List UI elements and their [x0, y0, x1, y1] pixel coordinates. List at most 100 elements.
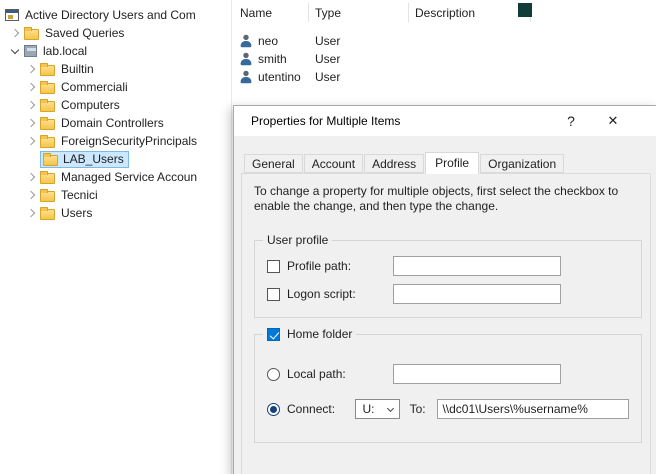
folder-icon [40, 191, 55, 202]
list-header: Name Type Description [232, 0, 656, 26]
chevron-right-icon[interactable] [22, 204, 40, 222]
tree-item-label: Managed Service Accoun [61, 168, 197, 186]
profile-path-row: Profile path: [267, 255, 629, 277]
profile-path-checkbox[interactable] [267, 260, 280, 273]
close-icon[interactable]: ✕ [595, 106, 631, 136]
chevron-down-icon[interactable] [6, 42, 24, 60]
tree-item-foreign-security-principals[interactable]: ForeignSecurityPrincipals [0, 132, 231, 150]
chevron-right-icon[interactable] [22, 132, 40, 150]
local-path-label[interactable]: Local path: [287, 367, 393, 381]
tab-strip: General Account Address Profile Organiza… [244, 152, 565, 173]
tab-account[interactable]: Account [304, 154, 363, 173]
profile-path-input[interactable] [393, 256, 561, 276]
logon-script-label[interactable]: Logon script: [287, 287, 393, 301]
chevron-right-icon[interactable] [6, 24, 24, 42]
group-label-text[interactable]: Home folder [287, 327, 352, 342]
user-icon [240, 71, 253, 84]
chevron-right-icon[interactable] [22, 60, 40, 78]
chevron-right-icon[interactable] [22, 78, 40, 96]
tree-item-saved-queries[interactable]: Saved Queries [0, 24, 231, 42]
local-path-row: Local path: [267, 363, 629, 385]
group-label: Home folder [263, 327, 356, 342]
folder-icon [43, 155, 58, 166]
group-label-text: User profile [267, 233, 328, 248]
tree-pane: Active Directory Users and Com Saved Que… [0, 0, 231, 474]
tree-item-label: Active Directory Users and Com [25, 6, 196, 24]
header-dark-icon [518, 3, 532, 17]
help-button[interactable]: ? [553, 106, 589, 136]
tree-item-label: Builtin [61, 60, 94, 78]
tree-item-commerciali[interactable]: Commerciali [0, 78, 231, 96]
tree-selection[interactable]: LAB_Users [40, 151, 129, 168]
dialog-titlebar[interactable]: Properties for Multiple Items ? ✕ [234, 106, 656, 136]
user-icon [240, 53, 253, 66]
cell-name: smith [258, 52, 287, 66]
user-list: neo User smith User utentino User [232, 32, 656, 86]
drive-letter-dropdown[interactable]: U: [355, 399, 399, 419]
tree-item-label: Computers [61, 96, 120, 114]
column-header-type[interactable]: Type [315, 5, 341, 21]
dialog-title: Properties for Multiple Items [251, 114, 400, 128]
tree-item-domain-controllers[interactable]: Domain Controllers [0, 114, 231, 132]
column-header-name[interactable]: Name [240, 5, 272, 21]
list-row[interactable]: utentino User [232, 68, 552, 86]
connect-row: Connect: U: To: [267, 398, 629, 420]
console-tree: Active Directory Users and Com Saved Que… [0, 6, 231, 222]
cell-type: User [315, 52, 340, 66]
tree-item-label: lab.local [43, 42, 87, 60]
tree-item-label: Commerciali [61, 78, 128, 96]
column-header-description[interactable]: Description [415, 5, 475, 21]
tree-item-users[interactable]: Users [0, 204, 231, 222]
column-separator[interactable] [408, 3, 409, 22]
folder-icon [40, 65, 55, 76]
tree-item-lab-users[interactable]: LAB_Users [0, 150, 231, 168]
tree-item-lab-local[interactable]: lab.local [0, 42, 231, 60]
tree-item-label: Tecnici [61, 186, 98, 204]
tab-organization[interactable]: Organization [480, 154, 564, 173]
profile-path-label[interactable]: Profile path: [287, 259, 393, 273]
folder-icon [40, 83, 55, 94]
home-folder-path-input[interactable] [437, 399, 629, 419]
tree-item-label: Saved Queries [45, 24, 124, 42]
connect-label[interactable]: Connect: [287, 402, 355, 416]
chevron-slot-empty [22, 150, 40, 168]
logon-script-row: Logon script: [267, 283, 629, 305]
tab-address[interactable]: Address [364, 154, 424, 173]
chevron-right-icon[interactable] [22, 114, 40, 132]
to-label: To: [410, 402, 431, 416]
local-path-radio[interactable] [267, 368, 280, 381]
cell-name: utentino [258, 70, 301, 84]
connect-radio[interactable] [267, 403, 280, 416]
tree-item-tecnici[interactable]: Tecnici [0, 186, 231, 204]
folder-icon [40, 119, 55, 130]
chevron-down-icon [387, 405, 394, 412]
console-icon [5, 9, 19, 21]
chevron-right-icon[interactable] [22, 96, 40, 114]
tree-item-computers[interactable]: Computers [0, 96, 231, 114]
tree-item-builtin[interactable]: Builtin [0, 60, 231, 78]
cell-name: neo [258, 34, 278, 48]
user-profile-group: User profile Profile path: Logon script: [254, 240, 642, 318]
chevron-right-icon[interactable] [22, 168, 40, 186]
tree-item-managed-service-accounts[interactable]: Managed Service Accoun [0, 168, 231, 186]
tab-general[interactable]: General [244, 154, 303, 173]
logon-script-input[interactable] [393, 284, 561, 304]
home-folder-group: Home folder Local path: Connect: U: To: [254, 334, 642, 443]
tree-item-root[interactable]: Active Directory Users and Com [0, 6, 231, 24]
column-separator[interactable] [308, 3, 309, 22]
chevron-right-icon[interactable] [22, 186, 40, 204]
tree-item-label: ForeignSecurityPrincipals [61, 132, 197, 150]
list-row[interactable]: smith User [232, 50, 552, 68]
folder-icon [40, 137, 55, 148]
folder-icon [24, 29, 39, 40]
tree-item-label: Users [61, 204, 92, 222]
tab-profile[interactable]: Profile [425, 152, 479, 174]
local-path-input[interactable] [393, 364, 561, 384]
home-folder-checkbox[interactable] [267, 328, 280, 341]
list-row[interactable]: neo User [232, 32, 552, 50]
aduc-window: Active Directory Users and Com Saved Que… [0, 0, 656, 474]
intro-text: To change a property for multiple object… [254, 184, 646, 214]
folder-icon [40, 101, 55, 112]
tree-item-label: LAB_Users [63, 150, 124, 168]
logon-script-checkbox[interactable] [267, 288, 280, 301]
